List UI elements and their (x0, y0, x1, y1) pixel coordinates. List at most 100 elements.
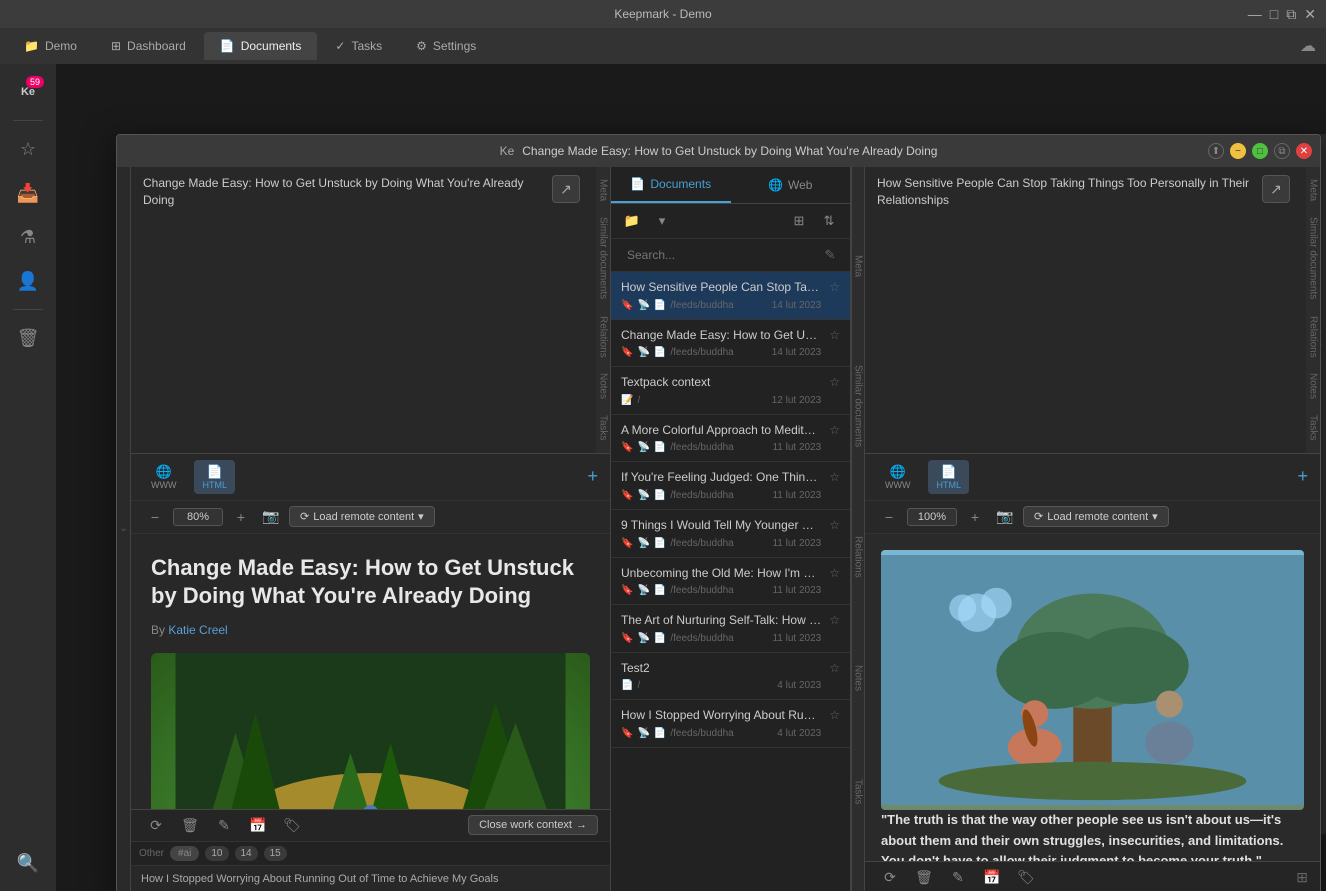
tag-14[interactable]: 14 (235, 846, 258, 861)
side-tab-meta-far[interactable]: Meta (1306, 171, 1321, 209)
zoom-out-button[interactable]: − (143, 505, 167, 529)
docs-tab-web[interactable]: 🌐 Web (731, 167, 851, 203)
refresh-button[interactable]: ⟳ (143, 812, 169, 838)
right-edit-button[interactable]: ✎ (945, 865, 971, 891)
doc-star-0[interactable]: ☆ (829, 280, 840, 294)
side-tab-similar-left[interactable]: Similar documents (596, 209, 611, 307)
side-tab-tasks-left[interactable]: Tasks (596, 407, 611, 449)
side-tab-similar-right[interactable]: Similar documents (851, 357, 866, 455)
right-format-tab-html[interactable]: 📄 HTML (928, 460, 969, 494)
doc-list-item[interactable]: Change Made Easy: How to Get Unstuck by … (611, 320, 850, 368)
tab-documents[interactable]: 📄 Documents (204, 32, 318, 60)
tag-button[interactable]: 🏷 (279, 812, 305, 838)
tab-dashboard[interactable]: ⊞ Dashboard (95, 32, 202, 60)
right-doc-share-button[interactable]: ↗ (1262, 175, 1290, 203)
tag-15[interactable]: 15 (264, 846, 287, 861)
docs-grid-view-button[interactable]: ⊞ (786, 208, 812, 234)
right-zoom-out-button[interactable]: − (877, 505, 901, 529)
screenshot-button[interactable]: 📷 (259, 505, 283, 529)
right-screenshot-button[interactable]: 📷 (993, 505, 1017, 529)
close-work-context-button[interactable]: Close work context → (468, 815, 598, 835)
inner-ctrl-close[interactable]: ✕ (1296, 143, 1312, 159)
doc-list-item[interactable]: How Sensitive People Can Stop Taking Thi… (611, 272, 850, 320)
doc-star-5[interactable]: ☆ (829, 518, 840, 532)
minimize-icon[interactable]: — (1248, 6, 1262, 22)
side-tab-relations-far[interactable]: Relations (1306, 308, 1321, 366)
doc-list-item[interactable]: The Art of Nurturing Self-Talk: How to T… (611, 605, 850, 653)
right-delete-button[interactable]: 🗑 (911, 865, 937, 891)
inner-ctrl-maximize[interactable]: □ (1252, 143, 1268, 159)
inner-ctrl-minimize[interactable]: − (1230, 143, 1246, 159)
add-format-button[interactable]: + (587, 466, 598, 487)
docs-search-edit-button[interactable]: ✎ (818, 243, 842, 267)
maximize-icon[interactable]: □ (1270, 6, 1278, 22)
doc-list-item[interactable]: 9 Things I Would Tell My Younger Self to… (611, 510, 850, 558)
right-calendar-button[interactable]: 📅 (979, 865, 1005, 891)
doc-star-4[interactable]: ☆ (829, 470, 840, 484)
side-tab-tasks-far[interactable]: Tasks (1306, 407, 1321, 449)
side-tab-meta-left[interactable]: Meta (596, 171, 611, 209)
docs-tab-documents[interactable]: 📄 Documents (611, 167, 731, 203)
right-refresh-button[interactable]: ⟳ (877, 865, 903, 891)
right-format-tab-www[interactable]: 🌐 WWW (877, 460, 918, 494)
sidebar-item-trash[interactable]: 🗑 (8, 318, 48, 358)
doc-list-item[interactable]: If You're Feeling Judged: One Thing You … (611, 462, 850, 510)
format-tab-www[interactable]: 🌐 WWW (143, 460, 184, 494)
sidebar-item-filter[interactable]: ⚗ (8, 217, 48, 257)
side-tab-relations-right[interactable]: Relations (851, 528, 866, 586)
tab-demo[interactable]: 📁 Demo (8, 32, 93, 60)
sidebar-item-search[interactable]: 🔍 (8, 843, 48, 883)
sidebar-item-inbox[interactable]: 📥 (8, 173, 48, 213)
close-icon[interactable]: ✕ (1304, 6, 1316, 23)
doc-list-item[interactable]: Test2 📄 / 4 lut 2023 ☆ (611, 653, 850, 701)
doc-star-6[interactable]: ☆ (829, 566, 840, 580)
sidebar-item-favorites[interactable]: ☆ (8, 129, 48, 169)
inner-ctrl-pin[interactable]: ⬆ (1208, 143, 1224, 159)
doc-author-link[interactable]: Katie Creel (168, 623, 227, 637)
doc-star-3[interactable]: ☆ (829, 423, 840, 437)
right-load-remote-content-button[interactable]: ⟳ Load remote content ▾ (1023, 506, 1169, 527)
right-zoom-in-button[interactable]: + (963, 505, 987, 529)
doc-star-2[interactable]: ☆ (829, 375, 840, 389)
doc-star-1[interactable]: ☆ (829, 328, 840, 342)
right-tag-button[interactable]: 🏷 (1013, 865, 1039, 891)
side-tab-meta-right[interactable]: Meta (851, 247, 866, 285)
side-tab-notes-right[interactable]: Notes (851, 657, 866, 699)
doc-star-9[interactable]: ☆ (829, 708, 840, 722)
edit-button[interactable]: ✎ (211, 812, 237, 838)
tab-settings[interactable]: ⚙ Settings (400, 32, 492, 60)
doc-list-item[interactable]: Unbecoming the Old Me: How I'm Finally D… (611, 558, 850, 606)
side-tab-notes-far[interactable]: Notes (1306, 365, 1321, 407)
inner-ctrl-restore[interactable]: ⧉ (1274, 143, 1290, 159)
doc-list-item[interactable]: Textpack context 📝 / 12 lut 2023 ☆ (611, 367, 850, 415)
doc-star-7[interactable]: ☆ (829, 613, 840, 627)
zoom-in-button[interactable]: + (229, 505, 253, 529)
docs-search-input[interactable] (619, 244, 818, 266)
side-tab-tasks-right[interactable]: Tasks (851, 771, 866, 813)
sidebar-item-person[interactable]: 👤 (8, 261, 48, 301)
calendar-button[interactable]: 📅 (245, 812, 271, 838)
sidebar-item-ke[interactable]: Ke 59 (8, 72, 48, 112)
doc-list-item[interactable]: A More Colorful Approach to Meditation—C… (611, 415, 850, 463)
tag-10[interactable]: 10 (205, 846, 228, 861)
right-add-format-button[interactable]: + (1297, 466, 1308, 487)
load-remote-content-button[interactable]: ⟳ Load remote content ▾ (289, 506, 435, 527)
side-tab-relations-left[interactable]: Relations (596, 308, 611, 366)
doc-star-8[interactable]: ☆ (829, 661, 840, 675)
docs-add-button[interactable]: 📁 (619, 208, 645, 234)
side-tab-similar-far[interactable]: Similar documents (1306, 209, 1321, 307)
delete-button[interactable]: 🗑 (177, 812, 203, 838)
tab-tasks[interactable]: ✓ Tasks (319, 32, 398, 60)
side-tab-notes-left[interactable]: Notes (596, 365, 611, 407)
tag-ai[interactable]: #ai (170, 846, 199, 861)
docs-sort-button[interactable]: ⇅ (816, 208, 842, 234)
docs-chevron-button[interactable]: ▾ (649, 208, 675, 234)
format-tab-html[interactable]: 📄 HTML (194, 460, 235, 494)
left-doc-share-button[interactable]: ↗ (552, 175, 580, 203)
restore-icon[interactable]: ⧉ (1286, 6, 1296, 23)
left-collapse-arrow[interactable]: › (118, 528, 129, 531)
other-doc-item[interactable]: How I Stopped Worrying About Running Out… (131, 865, 610, 891)
doc-list-item[interactable]: How I Stopped Worrying About Running Out… (611, 700, 850, 748)
right-doc-expand-button[interactable]: ⊞ (1296, 869, 1308, 886)
doc-item-title-5: 9 Things I Would Tell My Younger Self to… (621, 518, 821, 534)
